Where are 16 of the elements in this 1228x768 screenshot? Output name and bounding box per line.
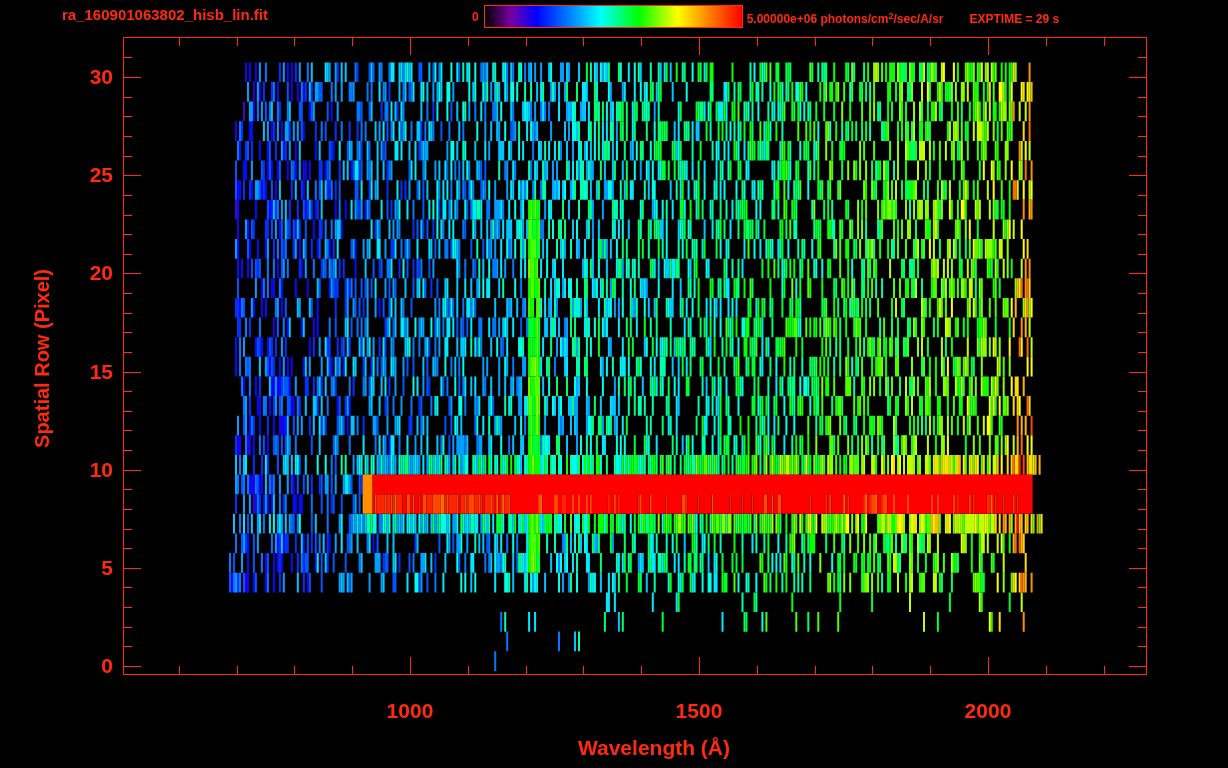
y-tick-label: 10 xyxy=(89,457,113,482)
colorbar-min-label: 0 xyxy=(472,9,479,26)
exposure-time: EXPTIME = 29 s xyxy=(969,11,1060,28)
y-tick-label: 5 xyxy=(101,555,113,580)
file-title: ra_160901063802_hisb_lin.fit xyxy=(62,5,269,25)
x-tick-label: 2000 xyxy=(963,699,1013,723)
x-tick-label: 1500 xyxy=(674,699,724,723)
y-tick-label: 20 xyxy=(89,261,113,286)
colorbar-max-label: 5.00000e+06 photons/cm$^{2}$/sec/A/sr xyxy=(746,9,944,28)
y-tick-label: 25 xyxy=(89,163,113,188)
x-axis-label: Wavelength (Å) xyxy=(577,735,731,761)
y-tick-label: 15 xyxy=(89,359,113,384)
y-axis-label: Spatial Row (Pixel) xyxy=(30,269,54,448)
x-tick-label: 1000 xyxy=(385,699,435,723)
y-tick-label: 0 xyxy=(101,654,113,678)
y-tick-label: 30 xyxy=(89,65,113,90)
